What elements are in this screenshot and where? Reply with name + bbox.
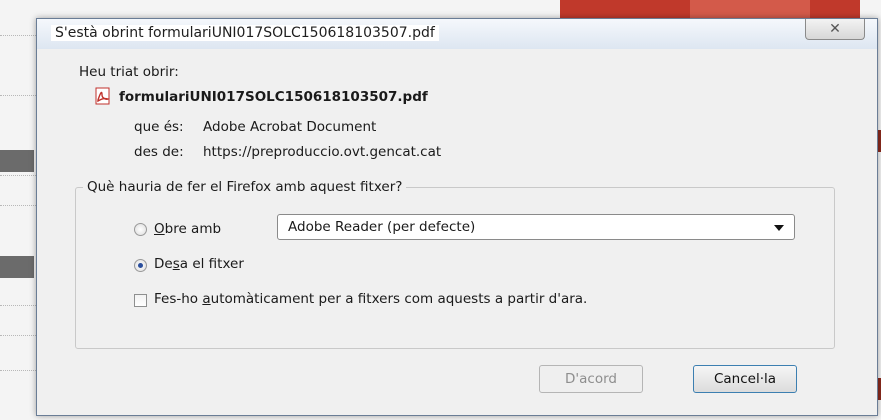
- save-accel: s: [172, 256, 180, 272]
- auto-action-label[interactable]: Fes-ho automàticament per a fitxers com …: [154, 291, 587, 307]
- auto-action-checkbox[interactable]: [134, 294, 147, 307]
- open-with-radio[interactable]: [134, 223, 147, 236]
- auto-accel: a: [202, 291, 211, 307]
- chosen-label: Heu triat obrir:: [79, 64, 179, 80]
- save-file-radio[interactable]: [134, 259, 147, 272]
- application-select-value: Adobe Reader (per defecte): [288, 219, 476, 235]
- open-with-label[interactable]: Obre amb: [154, 221, 221, 237]
- dialog-title: S'està obrint formulariUNI017SOLC1506181…: [51, 25, 439, 41]
- background-bar: [0, 150, 34, 172]
- open-with-accel: O: [154, 221, 165, 237]
- close-icon: ✕: [829, 21, 841, 37]
- dialog-content: Heu triat obrir: formulariUNI017SOLC1506…: [37, 49, 877, 415]
- type-label: que és:: [134, 119, 184, 135]
- ok-button[interactable]: D'acord: [539, 365, 643, 393]
- action-question: Què hauria de fer el Firefox amb aquest …: [83, 179, 407, 195]
- save-file-label[interactable]: Desa el fitxer: [154, 256, 244, 272]
- auto-rest: utomàticament per a fitxers com aquests …: [210, 291, 588, 307]
- source-value: https://preproduccio.ovt.gencat.cat: [203, 144, 442, 160]
- cancel-button[interactable]: Cancel·la: [693, 365, 797, 393]
- pdf-icon: [95, 87, 110, 105]
- source-label: des de:: [134, 144, 184, 160]
- open-file-dialog: S'està obrint formulariUNI017SOLC1506181…: [36, 18, 878, 416]
- file-name: formulariUNI017SOLC150618103507.pdf: [119, 89, 428, 105]
- save-rest: a el fitxer: [179, 256, 244, 272]
- background-bar: [0, 256, 34, 278]
- open-with-rest: bre amb: [164, 221, 222, 237]
- auto-prefix: Fes-ho: [154, 291, 203, 307]
- background-page-lines: [0, 0, 40, 420]
- dialog-titlebar[interactable]: S'està obrint formulariUNI017SOLC1506181…: [37, 19, 877, 49]
- save-prefix: De: [154, 256, 173, 272]
- chevron-down-icon: [774, 225, 784, 231]
- close-button[interactable]: ✕: [805, 19, 865, 40]
- application-select[interactable]: Adobe Reader (per defecte): [277, 214, 795, 240]
- type-value: Adobe Acrobat Document: [203, 119, 377, 135]
